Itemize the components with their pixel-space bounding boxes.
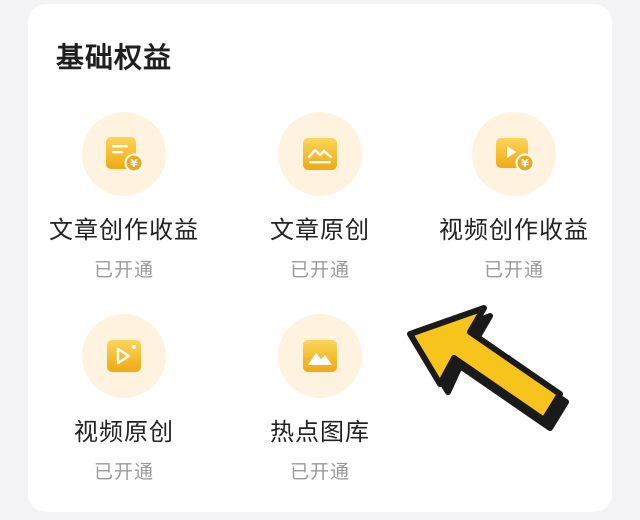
benefit-label: 热点图库: [270, 418, 370, 446]
benefit-status: 已开通: [289, 461, 350, 483]
section-title: 基础权益: [56, 41, 173, 74]
article-original-icon-wrapper: [278, 112, 362, 196]
benefit-label: 文章创作收益: [49, 216, 199, 244]
annotation-arrow-icon: [407, 305, 569, 431]
benefit-article-original[interactable]: 文章原创 已开通: [222, 112, 418, 282]
video-original-icon: [107, 340, 141, 372]
article-income-icon: ¥: [106, 137, 144, 173]
benefit-label: 文章原创: [270, 216, 370, 244]
benefit-label: 视频原创: [74, 418, 174, 446]
hot-gallery-icon-wrapper: [278, 314, 362, 398]
benefit-video-income[interactable]: ¥ 视频创作收益 已开通: [416, 112, 612, 282]
benefit-hot-gallery[interactable]: 热点图库 已开通: [222, 314, 418, 484]
benefit-article-income[interactable]: ¥ 文章创作收益 已开通: [26, 112, 222, 282]
benefit-status: 已开通: [93, 259, 154, 281]
benefit-status: 已开通: [93, 461, 154, 483]
benefit-label: 视频创作收益: [439, 216, 589, 244]
article-income-icon-wrapper: ¥: [82, 112, 166, 196]
benefit-video-original[interactable]: 视频原创 已开通: [26, 314, 222, 484]
svg-text:¥: ¥: [130, 157, 138, 170]
article-original-icon: [303, 138, 337, 170]
benefit-status: 已开通: [483, 259, 544, 281]
video-original-icon-wrapper: [82, 314, 166, 398]
video-income-icon: ¥: [496, 138, 534, 173]
benefit-status: 已开通: [289, 259, 350, 281]
hot-gallery-icon: [303, 340, 337, 372]
svg-text:¥: ¥: [521, 157, 529, 170]
video-income-icon-wrapper: ¥: [472, 112, 556, 196]
